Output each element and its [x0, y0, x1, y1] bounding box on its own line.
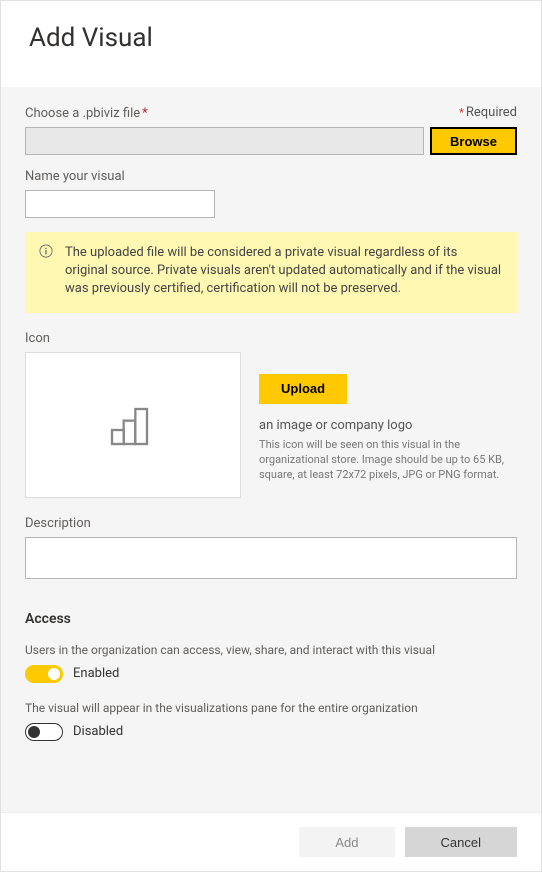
add-visual-panel: Add Visual *Required Choose a .pbiviz fi… [0, 0, 542, 872]
cancel-button[interactable]: Cancel [405, 827, 517, 857]
description-section: Description [25, 516, 517, 583]
upload-button[interactable]: Upload [259, 374, 347, 404]
name-section: Name your visual [25, 169, 517, 218]
description-input[interactable] [25, 537, 517, 579]
asterisk-icon: * [459, 106, 464, 119]
icon-meta-desc: This icon will be seen on this visual in… [259, 437, 517, 483]
toggle-pane-visibility[interactable] [25, 723, 63, 741]
notice-text: The uploaded file will be considered a p… [65, 245, 501, 296]
name-label: Name your visual [25, 169, 517, 184]
footer: Add Cancel [1, 812, 541, 871]
browse-button[interactable]: Browse [430, 127, 517, 155]
icon-label: Icon [25, 331, 517, 346]
toggle-pane-label: Disabled [73, 724, 123, 739]
info-icon [39, 244, 53, 264]
access-desc-pane: The visual will appear in the visualizat… [25, 701, 517, 715]
required-label: Required [466, 105, 517, 120]
toggle-users-label: Enabled [73, 666, 119, 681]
file-section: Choose a .pbiviz file* Browse [25, 106, 517, 155]
private-visual-notice: The uploaded file will be considered a p… [25, 232, 517, 313]
access-header: Access [25, 611, 517, 627]
access-item-pane: The visual will appear in the visualizat… [25, 701, 517, 741]
name-input[interactable] [25, 190, 215, 218]
icon-meta-title: an image or company logo [259, 418, 517, 433]
toggle-users-access[interactable] [25, 665, 63, 683]
panel-header: Add Visual [1, 1, 541, 87]
icon-preview [25, 352, 241, 498]
file-path-input[interactable] [25, 127, 424, 155]
page-title: Add Visual [29, 23, 513, 53]
description-label: Description [25, 516, 517, 531]
required-note: *Required [459, 105, 517, 120]
required-asterisk: * [142, 106, 148, 121]
icon-row: Upload an image or company logo This ico… [25, 352, 517, 498]
toggle-row-pane: Disabled [25, 723, 517, 741]
access-item-users: Users in the organization can access, vi… [25, 643, 517, 683]
add-button[interactable]: Add [299, 827, 394, 857]
access-desc-users: Users in the organization can access, vi… [25, 643, 517, 657]
file-label: Choose a .pbiviz file* [25, 106, 517, 121]
form-area: *Required Choose a .pbiviz file* Browse … [1, 87, 541, 812]
file-row: Browse [25, 127, 517, 155]
icon-meta: Upload an image or company logo This ico… [259, 352, 517, 483]
toggle-row-users: Enabled [25, 665, 517, 683]
bar-chart-icon [105, 395, 161, 455]
icon-section: Icon Upload an image or company logo Thi… [25, 331, 517, 498]
